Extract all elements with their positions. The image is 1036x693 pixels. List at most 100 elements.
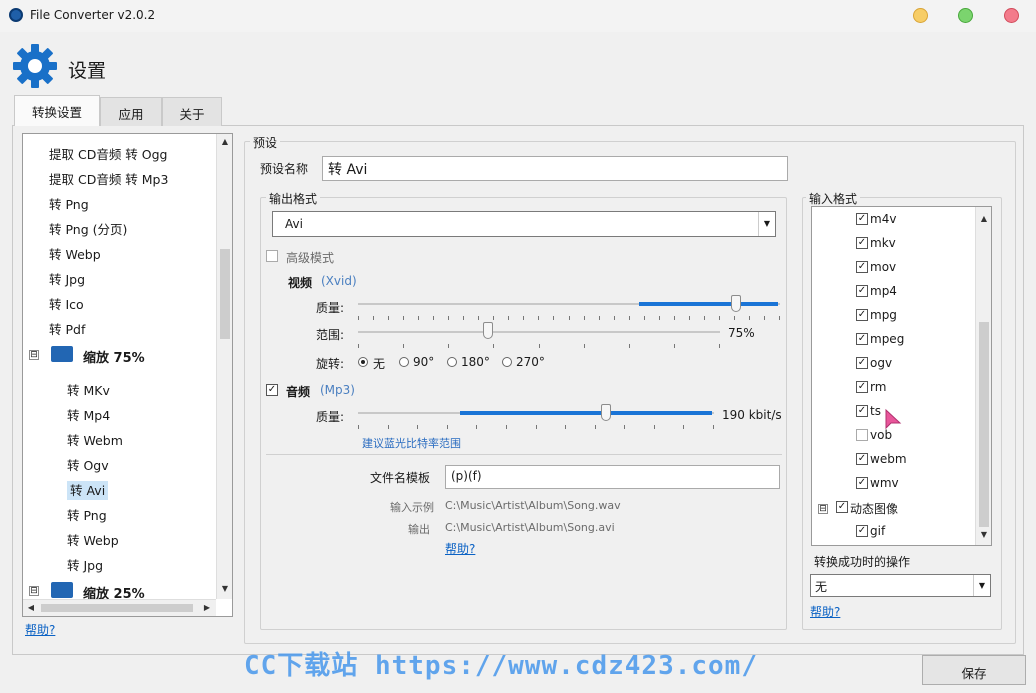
checkbox[interactable]: ✓ [856,381,868,393]
format-item-mkv[interactable]: ✓ mkv [856,231,976,255]
checkbox[interactable]: ✓ [856,525,868,537]
checkbox[interactable] [856,429,868,441]
preset-item[interactable]: 转 MKv [23,375,215,400]
rotation-radio-none[interactable] [358,357,368,367]
tick-mark [734,316,735,320]
format-item-rm[interactable]: ✓ rm [856,375,976,399]
checkbox[interactable]: ✓ [856,237,868,249]
after-action-select[interactable]: 无 ▼ [810,574,991,597]
filename-template-input[interactable]: (p)(f) [445,465,780,489]
collapse-toggle[interactable]: ⊟ [29,586,39,596]
preset-item-selected[interactable]: 转 Avi [23,475,215,500]
horizontal-scrollbar[interactable]: ◀ ▶ [23,599,216,616]
close-button[interactable] [1004,8,1019,23]
format-item-mov[interactable]: ✓ mov [856,255,976,279]
maximize-button[interactable] [958,8,973,23]
preset-item[interactable]: 转 Png [23,189,215,214]
tick-mark [565,425,566,429]
checkbox[interactable]: ✓ [856,309,868,321]
audio-quality-value: 190 kbit/s [722,408,782,422]
checkbox[interactable]: ✓ [856,477,868,489]
format-item-m4v[interactable]: ✓ m4v [856,207,976,231]
format-item-mpg[interactable]: ✓ mpg [856,303,976,327]
folder-icon [51,582,73,598]
checkbox[interactable]: ✓ [856,453,868,465]
preset-group-label[interactable]: 缩放 75% [83,347,145,366]
preset-item[interactable]: 转 Jpg [23,550,215,575]
preset-item[interactable]: 提取 CD音频 转 Mp3 [23,164,215,189]
format-item-wmv[interactable]: ✓ wmv [856,471,976,495]
tab-convert-settings[interactable]: 转换设置 [14,95,100,126]
tick-mark [417,425,418,429]
collapse-toggle[interactable]: ⊟ [29,350,39,360]
help-link[interactable]: 帮助? [25,621,55,638]
tab-application[interactable]: 应用 [100,97,162,126]
format-item-ts[interactable]: ✓ ts [856,399,976,423]
preset-item[interactable]: 提取 CD音频 转 Ogg [23,139,215,164]
format-item-vob[interactable]: vob [856,423,976,447]
format-item-ogv[interactable]: ✓ ogv [856,351,976,375]
scroll-up-icon[interactable]: ▲ [217,134,233,150]
rotation-radio-270[interactable] [502,357,512,367]
scroll-thumb[interactable] [220,249,230,339]
scroll-right-icon[interactable]: ▶ [199,600,215,616]
audio-checkbox[interactable]: ✓ [266,384,278,396]
preset-item[interactable]: 转 Png (分页) [23,214,215,239]
format-item-gif[interactable]: ✓ gif [856,519,976,543]
checkbox[interactable]: ✓ [856,285,868,297]
advanced-mode-checkbox[interactable] [266,250,278,262]
page-title: 设置 [68,60,107,82]
preset-item[interactable]: 转 Ico [23,289,215,314]
checkbox[interactable]: ✓ [836,501,848,513]
video-quality-slider[interactable] [731,295,741,312]
scroll-down-icon[interactable]: ▼ [217,581,233,597]
audio-quality-slider[interactable] [601,404,611,421]
video-quality-ticks [358,316,780,322]
vertical-scrollbar[interactable]: ▲ ▼ [975,207,991,545]
preset-item[interactable]: 转 Webm [23,425,215,450]
rotation-label: 旋转: [316,357,345,371]
scroll-thumb[interactable] [41,604,193,612]
vertical-scrollbar[interactable]: ▲ ▼ [216,134,232,599]
collapse-toggle[interactable]: ⊟ [818,504,828,514]
format-item-webm[interactable]: ✓ webm [856,447,976,471]
tick-mark [478,316,479,320]
format-item-mpeg[interactable]: ✓ mpeg [856,327,976,351]
format-item-mp4[interactable]: ✓ mp4 [856,279,976,303]
format-group-animated[interactable]: ✓ 动态图像 [836,495,956,519]
checkbox[interactable]: ✓ [856,333,868,345]
preset-item[interactable]: 转 Png [23,500,215,525]
tick-mark [508,316,509,320]
tick-mark [654,425,655,429]
rotation-radio-90[interactable] [399,357,409,367]
preset-item[interactable]: 转 Pdf [23,314,215,339]
checkbox[interactable]: ✓ [856,213,868,225]
preset-item[interactable]: 转 Jpg [23,264,215,289]
checkbox[interactable]: ✓ [856,357,868,369]
preset-item[interactable]: 转 Webp [23,239,215,264]
help-link[interactable]: 帮助? [810,603,840,620]
rotation-radio-180[interactable] [447,357,457,367]
save-button[interactable]: 保存 [922,655,1026,685]
preset-tree[interactable]: 提取 CD音频 转 Ogg 提取 CD音频 转 Mp3 转 Png 转 Png … [22,133,233,617]
tick-mark [719,316,720,320]
tick-mark [629,316,630,320]
output-format-select[interactable]: Avi ▼ [272,211,776,237]
checkbox[interactable]: ✓ [856,261,868,273]
example-output-label: 输出 [408,523,430,536]
video-scale-slider[interactable] [483,322,493,339]
input-formats-list[interactable]: ✓ m4v ✓ mkv ✓ mov ✓ mp4 ✓ mpg ✓ mpeg ✓ ogv ✓ rm … [811,206,992,546]
preset-item[interactable]: 转 Ogv [23,450,215,475]
preset-item[interactable]: 转 Webp [23,525,215,550]
scroll-thumb[interactable] [979,322,989,527]
preset-item[interactable]: 转 Mp4 [23,400,215,425]
checkbox[interactable]: ✓ [856,405,868,417]
tab-about[interactable]: 关于 [162,97,222,126]
tick-mark [403,344,404,348]
minimize-button[interactable] [913,8,928,23]
help-link[interactable]: 帮助? [445,540,475,557]
scroll-up-icon[interactable]: ▲ [976,211,991,227]
preset-name-input[interactable]: 转 Avi [322,156,788,181]
scroll-down-icon[interactable]: ▼ [976,527,991,543]
scroll-left-icon[interactable]: ◀ [23,600,39,616]
